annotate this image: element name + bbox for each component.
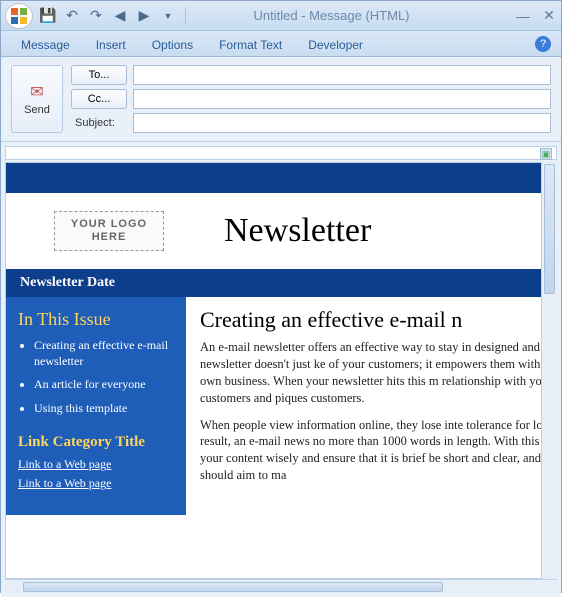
save-icon[interactable]: 💾	[39, 7, 57, 25]
web-link[interactable]: Link to a Web page	[18, 457, 174, 472]
tab-message[interactable]: Message	[19, 34, 72, 56]
body-area: ▣ YOUR LOGO HERE Newsletter Newsletter D…	[1, 142, 561, 597]
send-label: Send	[24, 104, 50, 116]
newsletter-sidebar: In This Issue Creating an effective e-ma…	[6, 297, 186, 515]
undo-icon[interactable]: ↶	[63, 7, 81, 25]
article-paragraph[interactable]: An e-mail newsletter offers an effective…	[200, 339, 557, 407]
ribbon: Message Insert Options Format Text Devel…	[1, 31, 561, 57]
ruler: ▣	[5, 146, 557, 160]
window-title: Untitled - Message (HTML)	[148, 8, 515, 23]
prev-icon[interactable]: ◀	[111, 7, 129, 25]
vertical-scrollbar[interactable]	[541, 162, 557, 579]
close-button[interactable]: ✕	[541, 8, 557, 24]
logo-text: YOUR LOGO HERE	[55, 218, 163, 244]
document-viewport[interactable]: YOUR LOGO HERE Newsletter Newsletter Dat…	[5, 162, 557, 579]
tab-insert[interactable]: Insert	[94, 34, 128, 56]
to-button[interactable]: To...	[71, 65, 127, 85]
ruler-toggle-icon[interactable]: ▣	[540, 148, 552, 160]
subject-label: Subject:	[71, 117, 127, 129]
office-button[interactable]	[5, 3, 33, 29]
tab-format-text[interactable]: Format Text	[217, 34, 284, 56]
redo-icon[interactable]: ↷	[87, 7, 105, 25]
help-icon[interactable]: ?	[535, 36, 551, 52]
message-header: ✉ Send To... Cc... Subject:	[1, 57, 561, 142]
window-controls: — ✕	[515, 8, 557, 24]
newsletter-main: Creating an effective e-mail n An e-mail…	[186, 297, 557, 515]
minimize-button[interactable]: —	[515, 8, 531, 24]
newsletter-top-bar	[6, 163, 557, 193]
link-category-title[interactable]: Link Category Title	[18, 434, 174, 451]
article-heading[interactable]: Creating an effective e-mail n	[200, 307, 557, 333]
issue-item[interactable]: An article for everyone	[34, 377, 174, 393]
newsletter-title[interactable]: Newsletter	[224, 212, 371, 250]
tab-options[interactable]: Options	[150, 34, 195, 56]
vertical-scroll-thumb[interactable]	[544, 164, 555, 294]
issue-item[interactable]: Using this template	[34, 401, 174, 417]
newsletter-template: YOUR LOGO HERE Newsletter Newsletter Dat…	[6, 163, 557, 515]
web-link[interactable]: Link to a Web page	[18, 476, 174, 491]
envelope-icon: ✉	[30, 82, 43, 102]
send-button[interactable]: ✉ Send	[11, 65, 63, 133]
horizontal-scroll-thumb[interactable]	[23, 582, 443, 592]
issue-item[interactable]: Creating an effective e-mail newsletter	[34, 338, 174, 369]
titlebar: 💾 ↶ ↷ ◀ ▶ ▼ Untitled - Message (HTML) — …	[1, 1, 561, 31]
newsletter-date-bar[interactable]: Newsletter Date	[6, 269, 557, 297]
cc-field[interactable]	[133, 89, 551, 109]
article-paragraph[interactable]: When people view information online, the…	[200, 417, 557, 485]
in-this-issue-heading[interactable]: In This Issue	[18, 309, 174, 330]
logo-placeholder[interactable]: YOUR LOGO HERE	[54, 211, 164, 251]
tab-developer[interactable]: Developer	[306, 34, 365, 56]
subject-field[interactable]	[133, 113, 551, 133]
cc-button[interactable]: Cc...	[71, 89, 127, 109]
horizontal-scrollbar[interactable]	[5, 579, 557, 593]
to-field[interactable]	[133, 65, 551, 85]
